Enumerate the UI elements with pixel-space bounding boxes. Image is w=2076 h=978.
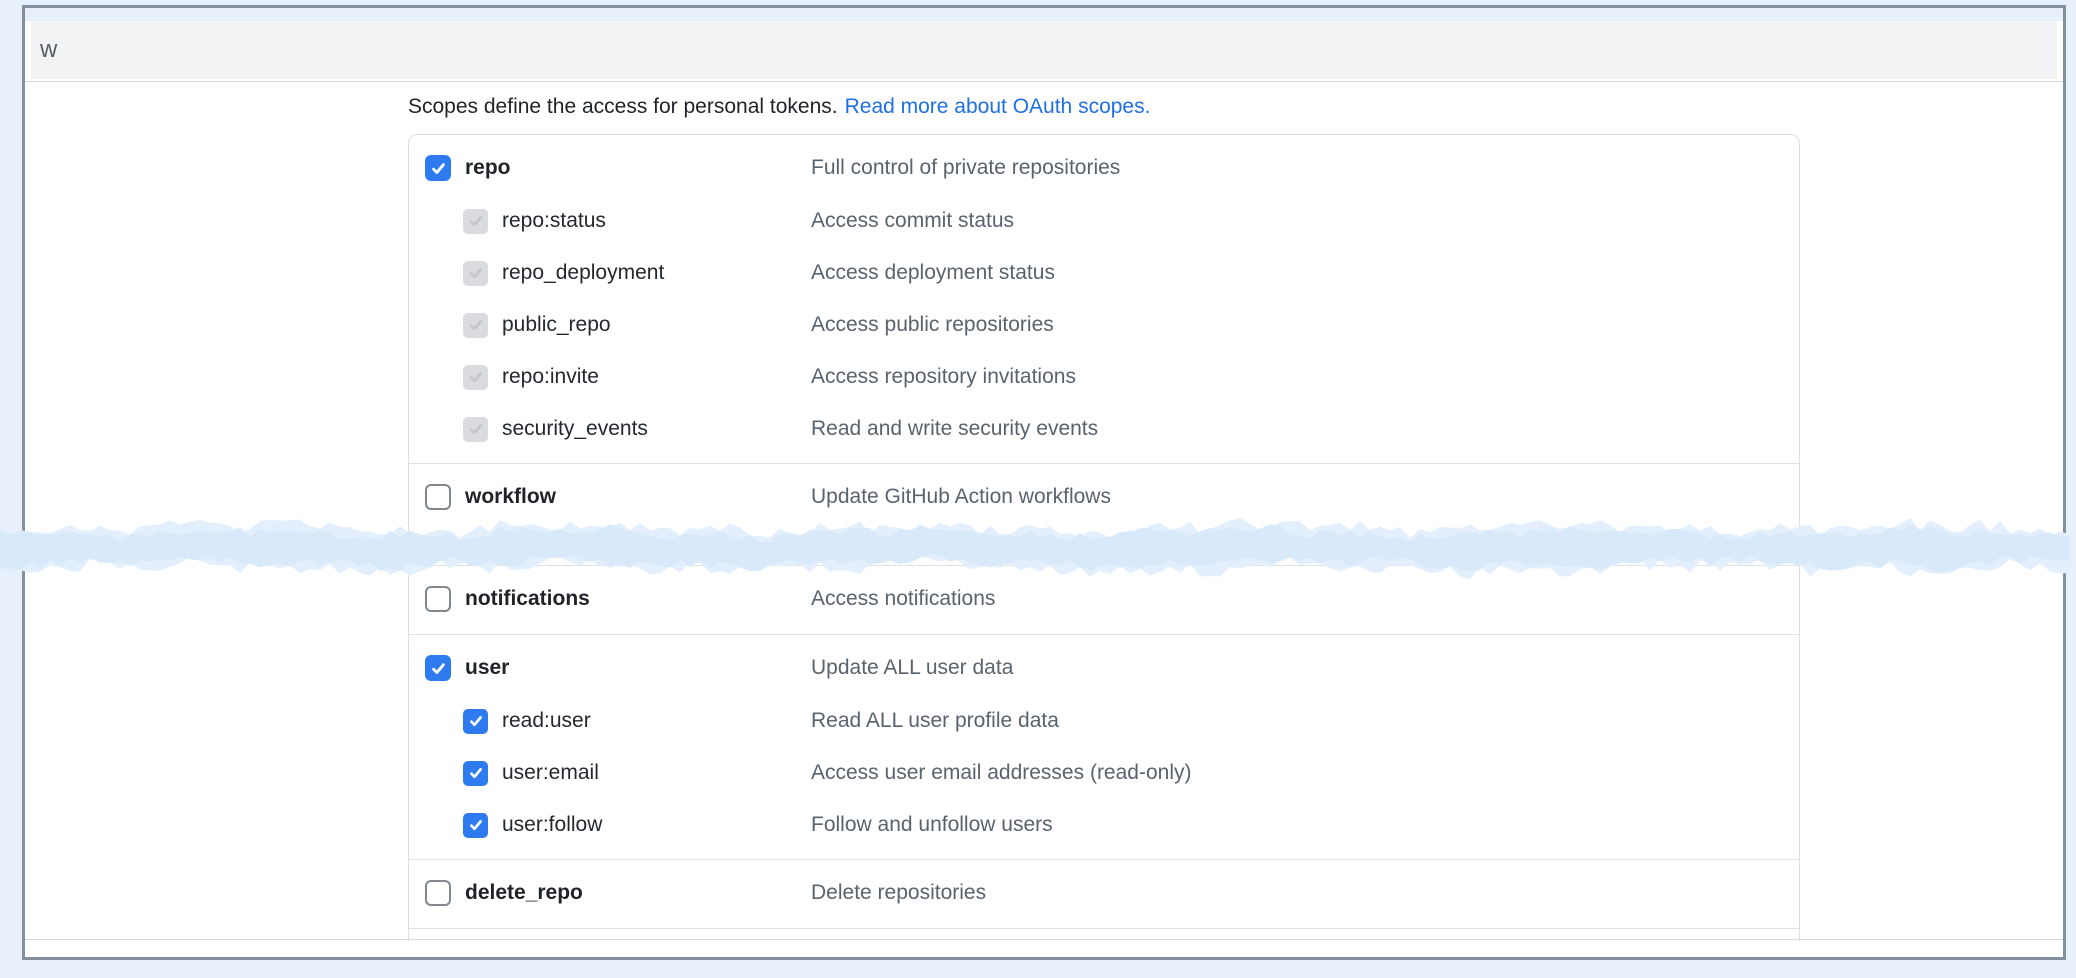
scope-label: repo:invite: [502, 365, 599, 389]
check-icon: [430, 160, 447, 177]
scope-label[interactable]: user:follow: [502, 813, 602, 837]
scope-row-public-repo: public_repo Access public repositories: [409, 299, 1799, 351]
user-email-checkbox[interactable]: [463, 761, 488, 786]
scope-description: Read and write security events: [811, 417, 1098, 441]
scope-description: Access repository invitations: [811, 365, 1076, 389]
scope-section: user Update ALL user data read:user Read…: [409, 634, 1799, 859]
scope-description: Update ALL user data: [811, 656, 1013, 680]
check-icon: [468, 765, 484, 781]
check-icon: [468, 817, 484, 833]
delete-repo-checkbox[interactable]: [425, 880, 451, 906]
scope-label: repo:status: [502, 209, 606, 233]
repo-deployment-checkbox: [463, 261, 488, 286]
scope-section: workflow Update GitHub Action workflows: [409, 463, 1799, 532]
scope-row-delete-repo: delete_repo Delete repositories: [409, 866, 1799, 920]
scope-row-repo: repo Full control of private repositorie…: [409, 141, 1799, 195]
scope-row-security-events: security_events Read and write security …: [409, 403, 1799, 455]
scope-description: Delete repositories: [811, 881, 986, 905]
notifications-checkbox[interactable]: [425, 586, 451, 612]
scope-row-notifications: notifications Access notifications: [409, 572, 1799, 626]
check-icon: [430, 660, 447, 677]
scope-label: security_events: [502, 417, 648, 441]
user-checkbox[interactable]: [425, 655, 451, 681]
scope-label[interactable]: workflow: [465, 485, 556, 509]
page: w Scopes define the access for personal …: [0, 0, 2076, 978]
read-user-checkbox[interactable]: [463, 709, 488, 734]
intro-text: Scopes define the access for personal to…: [408, 95, 838, 118]
check-icon: [468, 317, 484, 333]
scope-description: Access commit status: [811, 209, 1014, 233]
check-icon: [430, 489, 447, 506]
oauth-scopes-link[interactable]: Read more about OAuth scopes.: [845, 95, 1151, 118]
scope-section: repo Full control of private repositorie…: [409, 135, 1799, 463]
scope-row-user: user Update ALL user data: [409, 641, 1799, 695]
scope-label[interactable]: repo: [465, 156, 511, 180]
window-titlebar: w: [31, 21, 2057, 79]
repo-invite-checkbox: [463, 365, 488, 390]
check-icon: [468, 421, 484, 437]
scope-row-user-email: user:email Access user email addresses (…: [409, 747, 1799, 799]
scopes-list: repo Full control of private repositorie…: [408, 134, 1800, 941]
user-follow-checkbox[interactable]: [463, 813, 488, 838]
scope-description: Full control of private repositories: [811, 156, 1120, 180]
scope-section: delete_repo Delete repositories: [409, 859, 1799, 928]
scope-label[interactable]: user:email: [502, 761, 599, 785]
check-icon: [468, 213, 484, 229]
scope-label: repo_deployment: [502, 261, 664, 285]
scope-description: Read ALL user profile data: [811, 709, 1059, 733]
public-repo-checkbox: [463, 313, 488, 338]
workflow-checkbox[interactable]: [425, 484, 451, 510]
hidden-rows-gap: [409, 532, 1799, 565]
scope-row-repo-deployment: repo_deployment Access deployment status: [409, 247, 1799, 299]
check-icon: [468, 713, 484, 729]
check-icon: [430, 591, 447, 608]
scope-description: Follow and unfollow users: [811, 813, 1053, 837]
scope-row-repo-invite: repo:invite Access repository invitation…: [409, 351, 1799, 403]
scopes-intro: Scopes define the access for personal to…: [408, 94, 2063, 120]
scope-row-repo-status: repo:status Access commit status: [409, 195, 1799, 247]
content-area: Scopes define the access for personal to…: [25, 82, 2063, 957]
window-frame: w Scopes define the access for personal …: [22, 5, 2066, 960]
scope-label[interactable]: notifications: [465, 587, 590, 611]
repo-status-checkbox: [463, 209, 488, 234]
check-icon: [468, 265, 484, 281]
check-icon: [468, 369, 484, 385]
repo-checkbox[interactable]: [425, 155, 451, 181]
window-title: w: [31, 36, 57, 64]
scope-description: Access user email addresses (read-only): [811, 761, 1191, 785]
scope-row-user-follow: user:follow Follow and unfollow users: [409, 799, 1799, 851]
scope-description: Access notifications: [811, 587, 995, 611]
scope-section: notifications Access notifications: [409, 565, 1799, 634]
frame-top-strip: [25, 8, 2063, 21]
scope-description: Access deployment status: [811, 261, 1055, 285]
scope-row-read-user: read:user Read ALL user profile data: [409, 695, 1799, 747]
content-cut-line: [25, 939, 2063, 940]
scope-description: Update GitHub Action workflows: [811, 485, 1111, 509]
scope-description: Access public repositories: [811, 313, 1054, 337]
scope-label[interactable]: user: [465, 656, 509, 680]
scope-label[interactable]: read:user: [502, 709, 591, 733]
scope-label[interactable]: delete_repo: [465, 881, 583, 905]
scope-label: public_repo: [502, 313, 611, 337]
check-icon: [430, 885, 447, 902]
security-events-checkbox: [463, 417, 488, 442]
scope-row-workflow: workflow Update GitHub Action workflows: [409, 470, 1799, 524]
